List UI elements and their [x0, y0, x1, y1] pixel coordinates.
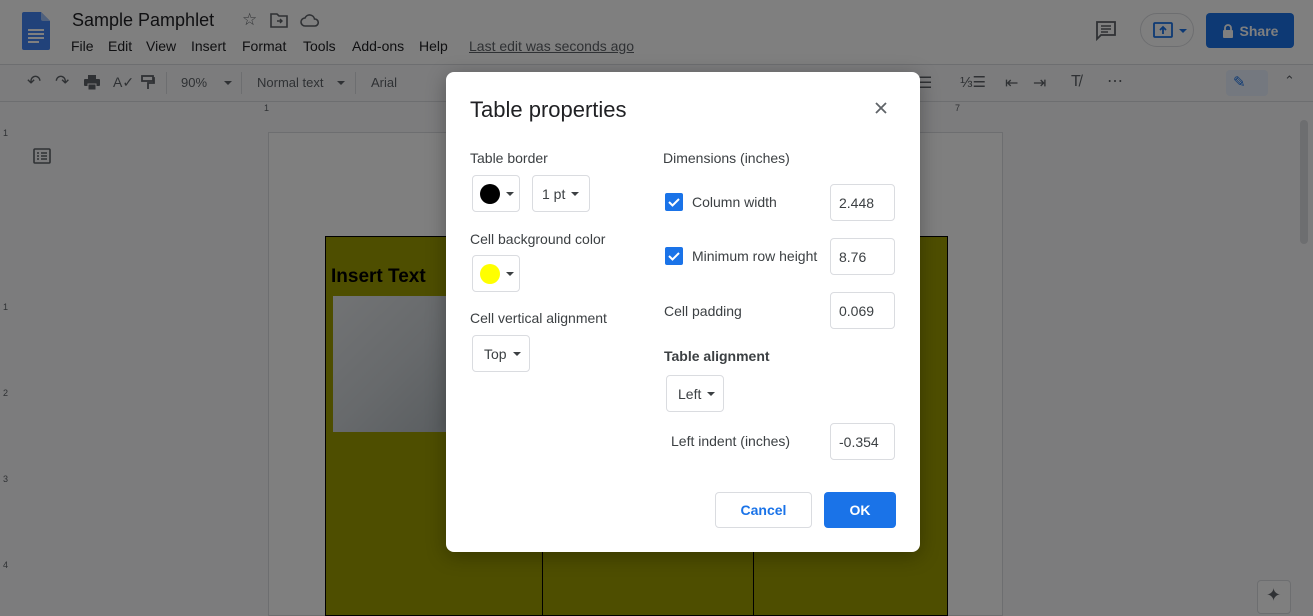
- left-indent-input[interactable]: [830, 423, 895, 460]
- check-icon: [668, 252, 680, 261]
- column-width-label: Column width: [692, 194, 777, 210]
- cell-background-dropdown[interactable]: [472, 255, 520, 292]
- border-width-value: 1 pt: [542, 185, 566, 202]
- close-icon[interactable]: [871, 98, 891, 118]
- column-width-checkbox[interactable]: [665, 193, 683, 211]
- table-alignment-dropdown[interactable]: Left: [666, 375, 724, 412]
- column-width-input[interactable]: [830, 184, 895, 221]
- vertical-alignment-dropdown[interactable]: Top: [472, 335, 530, 372]
- check-icon: [668, 198, 680, 207]
- cancel-button[interactable]: Cancel: [715, 492, 812, 528]
- vertical-alignment-value: Top: [484, 345, 507, 362]
- table-alignment-value: Left: [678, 385, 702, 402]
- cell-padding-input[interactable]: [830, 292, 895, 329]
- min-row-height-input[interactable]: [830, 238, 895, 275]
- chevron-down-icon: [571, 191, 580, 196]
- table-alignment-label: Table alignment: [664, 348, 770, 364]
- chevron-down-icon: [707, 391, 716, 396]
- dimensions-label: Dimensions (inches): [663, 150, 790, 166]
- left-indent-label: Left indent (inches): [671, 433, 791, 449]
- ok-button[interactable]: OK: [824, 492, 896, 528]
- cell-padding-label: Cell padding: [664, 303, 742, 319]
- cell-background-swatch: [480, 263, 500, 284]
- min-row-height-checkbox[interactable]: [665, 247, 683, 265]
- border-color-dropdown[interactable]: [472, 175, 520, 212]
- vertical-alignment-label: Cell vertical alignment: [470, 310, 607, 326]
- table-border-label: Table border: [470, 150, 548, 166]
- dialog-title: Table properties: [470, 97, 627, 122]
- chevron-down-icon: [506, 191, 514, 196]
- chevron-down-icon: [512, 351, 521, 356]
- border-color-swatch: [480, 183, 500, 204]
- border-width-dropdown[interactable]: 1 pt: [532, 175, 590, 212]
- table-properties-dialog: Table properties Table border 1 pt Cell …: [446, 72, 920, 552]
- cell-background-label: Cell background color: [470, 231, 606, 247]
- chevron-down-icon: [506, 271, 514, 276]
- min-row-height-label: Minimum row height: [692, 248, 818, 264]
